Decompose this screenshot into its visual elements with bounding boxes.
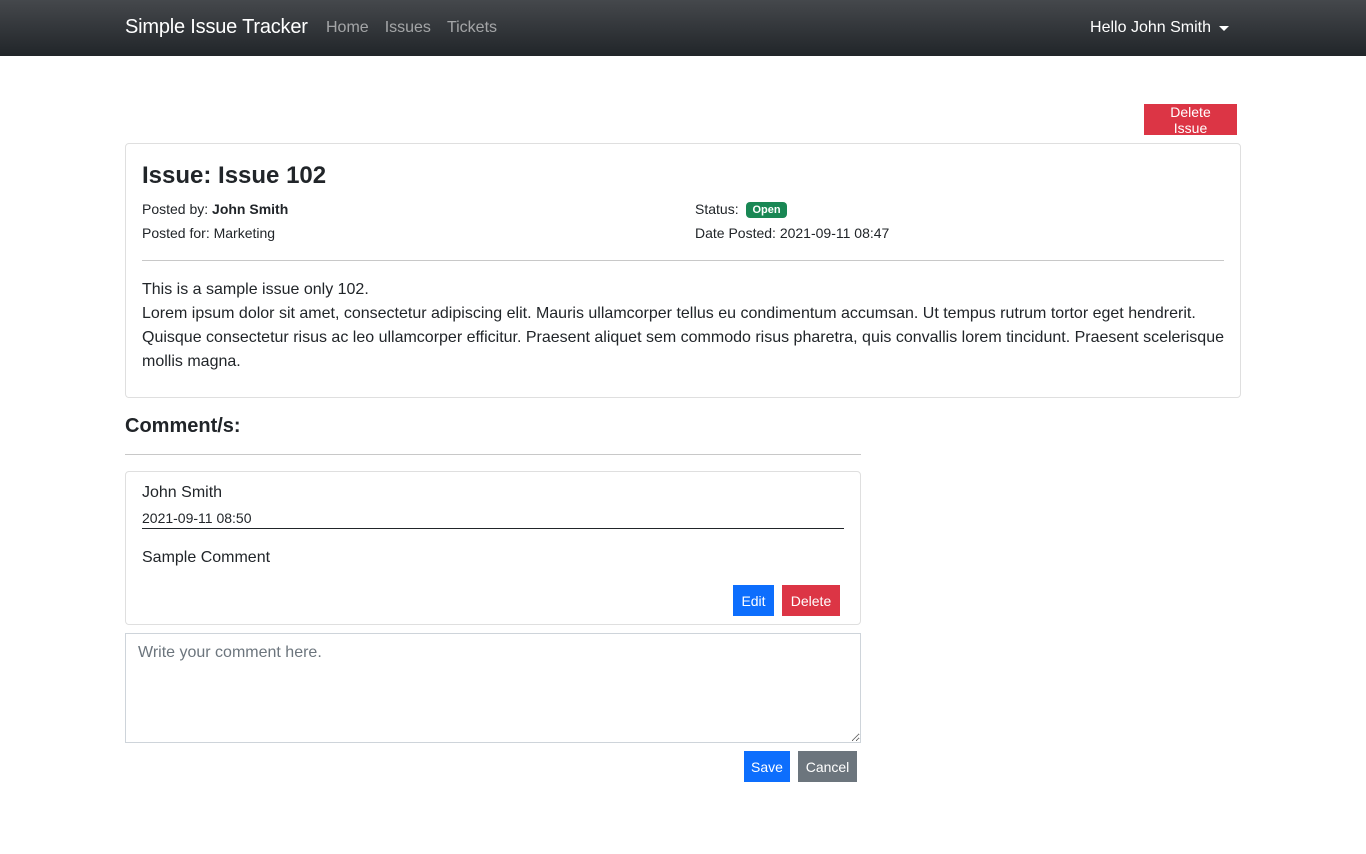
- issue-description-line1: This is a sample issue only 102.: [142, 281, 369, 298]
- posted-by-value: John Smith: [212, 201, 289, 217]
- comment-card: John Smith 2021-09-11 08:50 Sample Comme…: [125, 471, 861, 625]
- comment-textarea[interactable]: [125, 633, 861, 743]
- nav-link-issues[interactable]: Issues: [385, 19, 431, 37]
- nav-links: Home Issues Tickets: [326, 19, 497, 37]
- issue-description: This is a sample issue only 102. Lorem i…: [142, 278, 1224, 374]
- comment-author: John Smith: [142, 484, 223, 501]
- date-posted-label: Date Posted:: [695, 225, 776, 241]
- posted-for: Posted for: Marketing: [142, 225, 275, 241]
- nav-link-home[interactable]: Home: [326, 19, 369, 37]
- posted-by-label: Posted by:: [142, 201, 209, 217]
- issue-divider: [142, 260, 1224, 261]
- posted-for-value: Marketing: [213, 225, 276, 241]
- caret-down-icon: [1219, 25, 1229, 31]
- user-greeting: Hello John Smith: [1090, 19, 1211, 36]
- posted-for-label: Posted for:: [142, 225, 210, 241]
- user-menu-dropdown[interactable]: Hello John Smith: [1090, 19, 1229, 37]
- status-label: Status:: [695, 201, 739, 217]
- delete-comment-button[interactable]: Delete: [782, 585, 840, 616]
- brand-link[interactable]: Simple Issue Tracker: [125, 16, 308, 39]
- posted-by: Posted by: John Smith: [142, 201, 288, 217]
- cancel-comment-button[interactable]: Cancel: [798, 751, 857, 782]
- date-posted-value: 2021-09-11 08:47: [779, 225, 890, 241]
- status-badge: Open: [746, 202, 787, 218]
- comment-text: Sample Comment: [142, 549, 271, 566]
- comment-divider: [142, 528, 844, 529]
- comments-divider: [125, 454, 861, 455]
- navbar: Simple Issue Tracker Home Issues Tickets…: [0, 0, 1366, 56]
- comments-heading: Comment/s:: [125, 415, 241, 437]
- issue-title: Issue: Issue 102: [142, 162, 327, 189]
- status: Status: Open: [695, 201, 787, 218]
- delete-issue-button[interactable]: Delete Issue: [1144, 104, 1237, 136]
- nav-link-tickets[interactable]: Tickets: [447, 19, 497, 37]
- comment-date: 2021-09-11 08:50: [142, 510, 252, 526]
- issue-description-line2: Lorem ipsum dolor sit amet, consectetur …: [142, 305, 1224, 370]
- save-comment-button[interactable]: Save: [744, 751, 790, 782]
- edit-comment-button[interactable]: Edit: [733, 585, 774, 616]
- issue-card: Issue: Issue 102 Posted by: John Smith P…: [125, 143, 1241, 398]
- date-posted: Date Posted: 2021-09-11 08:47: [695, 225, 889, 241]
